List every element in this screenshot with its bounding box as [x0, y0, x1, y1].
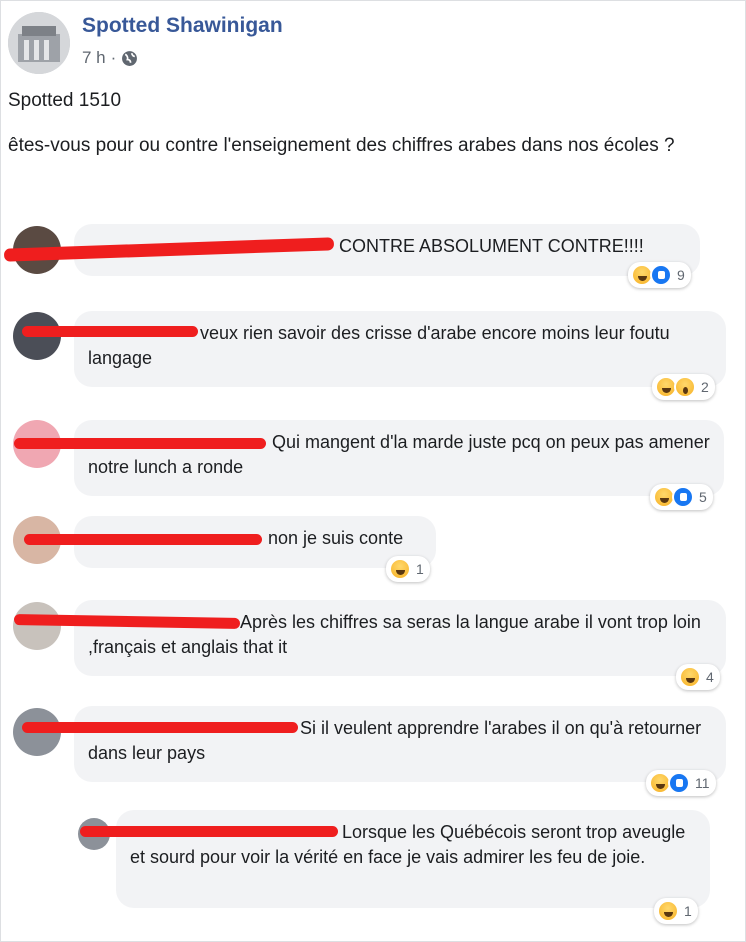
reaction-count: 11: [695, 775, 710, 791]
reaction-count: 2: [701, 379, 709, 395]
post-time[interactable]: 7 h: [82, 48, 106, 68]
redaction-mark: [22, 326, 198, 337]
comment-text: non je suis conte: [268, 528, 404, 548]
reaction-summary[interactable]: 1: [386, 556, 430, 582]
comment-bubble: Qui mangent d'la marde juste pcq on peux…: [74, 420, 724, 496]
reaction-summary[interactable]: 1: [654, 898, 698, 924]
commenter-avatar[interactable]: [13, 602, 61, 650]
like-reaction-icon: [668, 772, 690, 794]
redaction-mark: [22, 722, 298, 733]
reaction-count: 1: [416, 561, 424, 577]
page-avatar[interactable]: [8, 12, 70, 74]
post-body: êtes-vous pour ou contre l'enseignement …: [8, 135, 675, 156]
redaction-mark: [14, 438, 266, 449]
reaction-summary[interactable]: 11: [646, 770, 716, 796]
comment-bubble: Après les chiffres sa seras la langue ar…: [74, 600, 726, 676]
haha-reaction-icon: [679, 666, 701, 688]
page-name[interactable]: Spotted Shawinigan: [82, 14, 283, 38]
reaction-count: 9: [677, 267, 685, 283]
post-title: Spotted 1510: [8, 90, 122, 111]
like-reaction-icon: [672, 486, 694, 508]
comment-text: CONTRE ABSOLUMENT CONTRE!!!!: [339, 236, 644, 256]
reaction-count: 1: [684, 903, 692, 919]
reaction-summary[interactable]: 4: [676, 664, 720, 690]
like-reaction-icon: [650, 264, 672, 286]
reaction-count: 4: [706, 669, 714, 685]
reaction-summary[interactable]: 9: [628, 262, 691, 288]
reaction-summary[interactable]: 2: [652, 374, 715, 400]
reaction-count: 5: [699, 489, 707, 505]
haha-reaction-icon: [389, 558, 411, 580]
reply-bubble: Lorsque les Québécois seront trop aveugl…: [116, 810, 710, 908]
haha-reaction-icon: [657, 900, 679, 922]
comment-bubble: veux rien savoir des crisse d'arabe enco…: [74, 311, 726, 387]
redaction-mark: [24, 534, 262, 545]
wow-reaction-icon: [674, 376, 696, 398]
comment-bubble: Si il veulent apprendre l'arabes il on q…: [74, 706, 726, 782]
reaction-summary[interactable]: 5: [650, 484, 713, 510]
meta-separator: ·: [110, 48, 117, 67]
redaction-mark: [80, 826, 338, 837]
post-meta: 7 h ·: [82, 48, 138, 68]
globe-icon: [122, 50, 138, 66]
